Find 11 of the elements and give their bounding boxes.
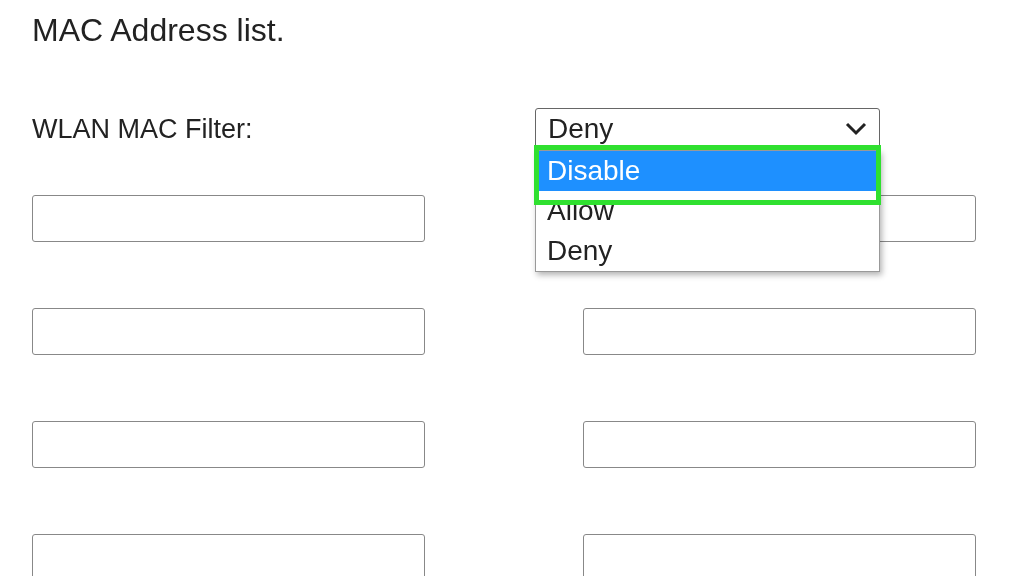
mac-address-field[interactable] [583,534,976,576]
filter-label: WLAN MAC Filter: [32,113,254,145]
chevron-icon [845,122,867,136]
mac-address-field[interactable] [32,195,425,242]
page-heading: MAC Address list. [32,11,286,50]
mac-address-field[interactable] [583,308,976,355]
mac-address-field[interactable] [32,308,425,355]
dropdown-option[interactable]: Deny [536,231,879,271]
mac-address-field[interactable] [32,534,425,576]
mac-address-field[interactable] [583,421,976,468]
mac-address-field[interactable] [32,421,425,468]
